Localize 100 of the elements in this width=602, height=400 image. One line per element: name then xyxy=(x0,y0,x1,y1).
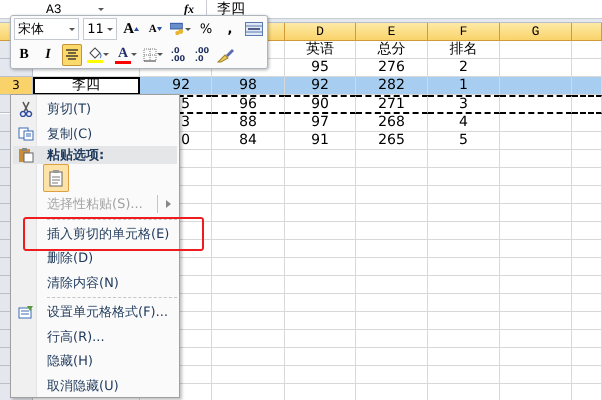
empty-cell xyxy=(500,258,572,276)
row-header[interactable]: 3 xyxy=(0,77,33,95)
empty-cell xyxy=(428,240,500,258)
empty-cell xyxy=(572,95,602,114)
table-cell: 91 xyxy=(285,132,356,150)
table-cell: 98 xyxy=(212,77,285,95)
increase-decimal-button[interactable]: .0 .00 xyxy=(168,44,188,66)
empty-cell xyxy=(428,186,500,204)
empty-cell xyxy=(572,366,602,384)
empty-cell xyxy=(428,366,500,384)
empty-cell xyxy=(356,330,428,348)
column-header[interactable]: D xyxy=(285,23,356,41)
table-cell: 92 xyxy=(285,77,356,95)
table-cell: 1 xyxy=(428,77,500,95)
function-button[interactable]: fx xyxy=(184,2,194,16)
paste-option-button[interactable] xyxy=(43,164,69,192)
scissors-icon xyxy=(19,101,33,118)
table-cell: 5 xyxy=(428,132,500,150)
empty-cell xyxy=(572,330,602,348)
copy-icon xyxy=(18,126,34,141)
empty-cell xyxy=(356,276,428,294)
font-size-field[interactable]: 11 xyxy=(83,18,118,40)
paintbrush-icon xyxy=(217,46,235,63)
table-cell: 92 xyxy=(140,77,212,95)
empty-cell xyxy=(500,204,572,222)
empty-cell xyxy=(572,294,602,312)
menu-item[interactable]: 取消隐藏(U) xyxy=(13,374,177,398)
empty-cell xyxy=(572,168,602,186)
empty-cell xyxy=(428,168,500,186)
document-icon xyxy=(49,169,63,187)
fill-color-bar xyxy=(87,60,103,63)
empty-cell xyxy=(572,258,602,276)
menu-item[interactable]: 插入剪切的单元格(E) xyxy=(13,222,177,246)
empty-cell xyxy=(285,204,356,222)
font-color-button[interactable]: A xyxy=(114,44,138,66)
empty-cell xyxy=(572,150,602,168)
empty-cell xyxy=(356,348,428,366)
menu-item[interactable]: 行高(R)... xyxy=(13,324,177,349)
table-cell: 97 xyxy=(285,114,356,132)
empty-cell xyxy=(428,330,500,348)
font-field[interactable]: 宋体 xyxy=(14,18,80,40)
down-arrow-icon xyxy=(156,27,162,32)
empty-cell xyxy=(500,240,572,258)
center-align-button[interactable] xyxy=(62,44,82,66)
menu-item[interactable]: 隐藏(H) xyxy=(13,349,177,374)
empty-cell xyxy=(428,276,500,294)
empty-cell xyxy=(500,95,572,114)
empty-cell xyxy=(572,312,602,330)
empty-cell xyxy=(500,294,572,312)
empty-cell xyxy=(500,222,572,240)
bold-button[interactable]: B xyxy=(14,44,34,66)
empty-cell xyxy=(572,41,602,59)
empty-cell xyxy=(356,258,428,276)
table-cell: 排名 xyxy=(428,41,500,59)
empty-cell xyxy=(572,186,602,204)
empty-cell xyxy=(356,294,428,312)
shrink-font-button[interactable]: A xyxy=(145,18,166,40)
table-cell: 265 xyxy=(356,132,428,150)
empty-cell xyxy=(572,348,602,366)
empty-cell xyxy=(572,240,602,258)
empty-cell xyxy=(500,132,572,150)
column-header[interactable]: F xyxy=(428,23,500,41)
table-cell: 96 xyxy=(212,95,285,114)
table-cell: 271 xyxy=(356,95,428,114)
column-header[interactable]: E xyxy=(356,23,428,41)
menu-item[interactable]: 设置单元格格式(F)... xyxy=(13,300,177,324)
empty-cell xyxy=(428,204,500,222)
merge-cells-icon xyxy=(245,22,263,36)
comma-button[interactable]: , xyxy=(220,18,240,40)
empty-cell xyxy=(356,150,428,168)
empty-cell xyxy=(285,186,356,204)
empty-cell xyxy=(356,222,428,240)
table-cell: 282 xyxy=(356,77,428,95)
decrease-decimal-button[interactable]: .00 .0 xyxy=(192,44,212,66)
name-box[interactable]: A3 xyxy=(46,2,62,16)
empty-cell xyxy=(572,114,602,132)
align-center-icon xyxy=(65,48,79,61)
empty-cell xyxy=(356,186,428,204)
column-header[interactable]: G xyxy=(500,23,572,41)
menu-item[interactable]: 删除(D) xyxy=(13,246,177,270)
empty-cell xyxy=(500,41,572,59)
grow-font-button[interactable]: A xyxy=(121,18,142,40)
empty-cell xyxy=(356,312,428,330)
empty-cell xyxy=(500,150,572,168)
empty-cell xyxy=(500,114,572,132)
table-cell: 84 xyxy=(212,132,285,150)
menu-item[interactable]: 清除内容(N) xyxy=(13,270,177,295)
empty-cell xyxy=(428,294,500,312)
table-cell: 3 xyxy=(428,95,500,114)
empty-cell xyxy=(285,240,356,258)
empty-cell xyxy=(428,312,500,330)
font-color-bar xyxy=(115,60,131,64)
empty-cell xyxy=(428,258,500,276)
money-icon xyxy=(170,21,185,38)
italic-button[interactable]: I xyxy=(38,44,58,66)
empty-cell xyxy=(572,276,602,294)
empty-cell xyxy=(500,168,572,186)
empty-cell xyxy=(572,132,602,150)
empty-cell xyxy=(285,348,356,366)
percent-button[interactable]: % xyxy=(196,18,216,40)
